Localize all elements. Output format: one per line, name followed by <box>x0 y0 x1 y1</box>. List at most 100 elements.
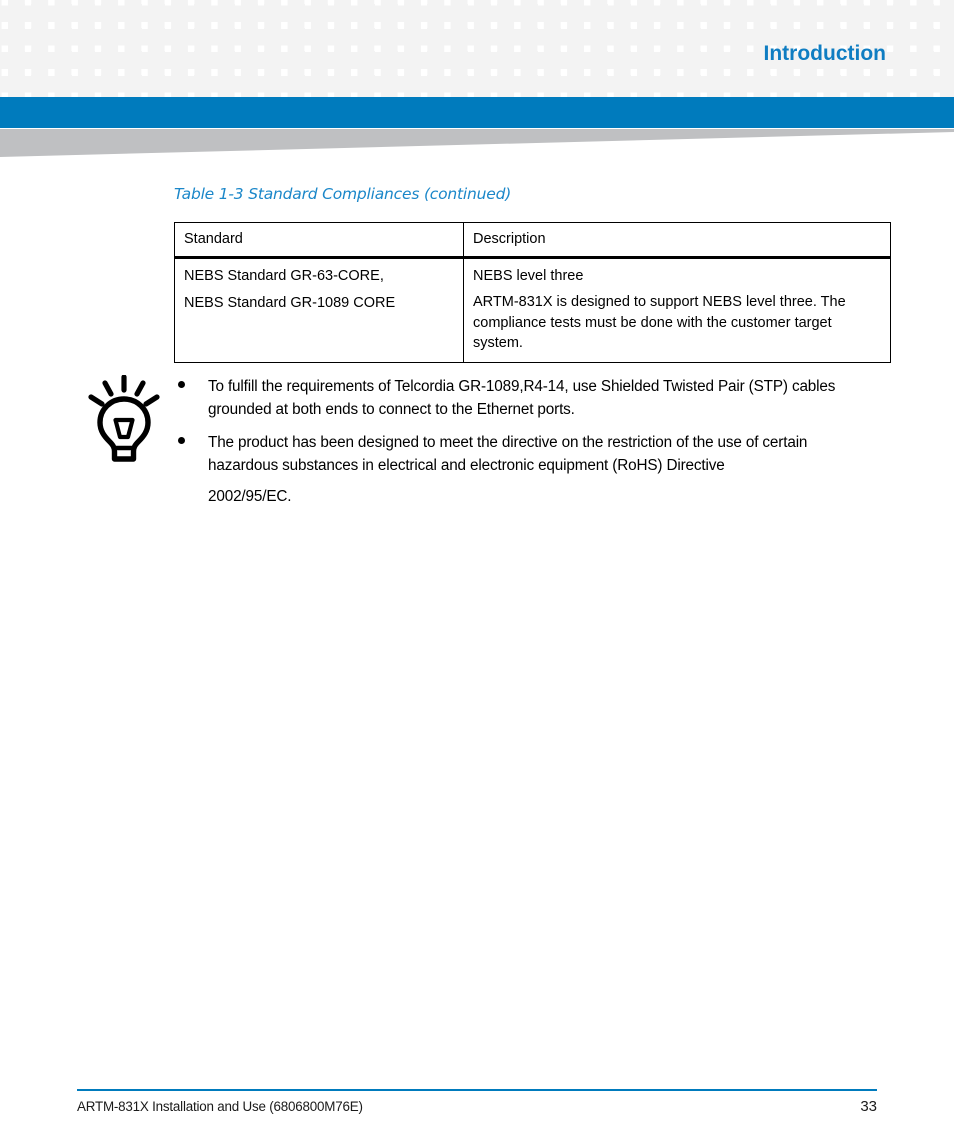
pattern-cell <box>474 4 491 21</box>
pattern-cell <box>940 74 954 92</box>
pattern-cell <box>567 74 585 92</box>
pattern-cell <box>264 74 282 92</box>
pattern-cell <box>404 74 422 92</box>
pattern-cell <box>334 4 352 21</box>
column-header-description: Description <box>463 222 891 259</box>
pattern-cell <box>8 4 25 21</box>
pattern-cell <box>660 74 678 92</box>
header-gray-wedge <box>0 129 954 159</box>
standard-line-2: NEBS Standard GR-1089 CORE <box>184 295 396 312</box>
pattern-cell <box>380 4 398 21</box>
pattern-cell <box>730 27 748 45</box>
pattern-cell <box>287 4 305 21</box>
pattern-cell <box>660 4 678 21</box>
pattern-cell <box>264 4 282 21</box>
pattern-cell <box>613 27 631 45</box>
pattern-cell <box>497 74 515 92</box>
pattern-cell <box>707 27 724 45</box>
pattern-cell <box>194 4 212 21</box>
pattern-cell <box>194 27 212 45</box>
list-item: The product has been designed to meet th… <box>174 431 864 509</box>
pattern-cell <box>147 74 165 92</box>
pattern-cell <box>8 74 25 92</box>
pattern-cell <box>660 51 678 68</box>
pattern-cell <box>54 27 72 45</box>
pattern-cell <box>683 74 701 92</box>
pattern-cell <box>8 27 25 45</box>
pattern-cell <box>450 27 468 45</box>
table-row: NEBS Standard GR-63-CORE, NEBS Standard … <box>174 256 891 363</box>
footer-page-number: 33 <box>860 1098 877 1115</box>
standard-line-1: NEBS Standard GR-63-CORE, <box>184 267 384 284</box>
pattern-cell <box>800 4 818 21</box>
pattern-cell <box>427 27 445 45</box>
pattern-cell <box>730 51 748 68</box>
pattern-cell <box>241 4 258 21</box>
pattern-cell <box>217 27 235 45</box>
cell-description: NEBS level three ARTM-831X is designed t… <box>463 256 891 363</box>
pattern-cell <box>171 74 189 92</box>
pattern-cell <box>474 27 491 45</box>
pattern-cell <box>916 27 934 45</box>
table-header-row: Standard Description <box>174 222 891 259</box>
pattern-cell <box>916 51 934 68</box>
pattern-cell <box>497 51 515 68</box>
pattern-cell <box>124 74 142 92</box>
pattern-cell <box>77 51 95 68</box>
pattern-cell <box>893 51 911 68</box>
pattern-cell <box>124 51 142 68</box>
pattern-cell <box>543 27 561 45</box>
pattern-cell <box>77 4 95 21</box>
pattern-cell <box>730 74 748 92</box>
pattern-cell <box>893 74 911 92</box>
pattern-cell <box>637 74 655 92</box>
pattern-cell <box>310 51 328 68</box>
pattern-cell <box>683 4 701 21</box>
pattern-cell <box>567 4 585 21</box>
pattern-cell <box>334 51 352 68</box>
pattern-cell <box>54 74 72 92</box>
pattern-cell <box>171 4 189 21</box>
pattern-cell <box>334 27 352 45</box>
pattern-cell <box>520 4 538 21</box>
pattern-cell <box>893 27 911 45</box>
pattern-cell <box>241 27 258 45</box>
standard-compliances-table: Standard Description NEBS Standard GR-63… <box>174 222 891 363</box>
pattern-cell <box>520 27 538 45</box>
bullet-marker <box>178 381 185 388</box>
lightbulb-icon <box>88 374 162 467</box>
pattern-cell <box>287 51 305 68</box>
pattern-cell <box>707 74 724 92</box>
pattern-cell <box>54 4 72 21</box>
pattern-cell <box>147 51 165 68</box>
pattern-cell <box>776 4 794 21</box>
pattern-cell <box>613 74 631 92</box>
pattern-cell <box>31 4 49 21</box>
pattern-cell <box>77 74 95 92</box>
pattern-cell <box>101 4 119 21</box>
pattern-cell <box>357 74 375 92</box>
pattern-cell <box>31 27 49 45</box>
table-caption: Table 1-3 Standard Compliances (continue… <box>174 185 512 203</box>
cell-standard: NEBS Standard GR-63-CORE, NEBS Standard … <box>174 256 464 363</box>
pattern-cell <box>217 51 235 68</box>
pattern-cell <box>567 51 585 68</box>
pattern-cell <box>637 27 655 45</box>
pattern-cell <box>450 51 468 68</box>
pattern-cell <box>497 27 515 45</box>
pattern-cell <box>31 51 49 68</box>
pattern-cell <box>101 51 119 68</box>
pattern-cell <box>147 27 165 45</box>
pattern-cell <box>543 74 561 92</box>
pattern-cell <box>171 51 189 68</box>
pattern-cell <box>264 27 282 45</box>
pattern-cell <box>474 74 491 92</box>
pattern-cell <box>683 27 701 45</box>
pattern-cell <box>310 27 328 45</box>
description-lead: NEBS level three <box>473 267 584 284</box>
pattern-cell <box>450 4 468 21</box>
pattern-cell <box>637 4 655 21</box>
pattern-cell <box>893 4 911 21</box>
pattern-cell <box>77 27 95 45</box>
pattern-cell <box>730 4 748 21</box>
